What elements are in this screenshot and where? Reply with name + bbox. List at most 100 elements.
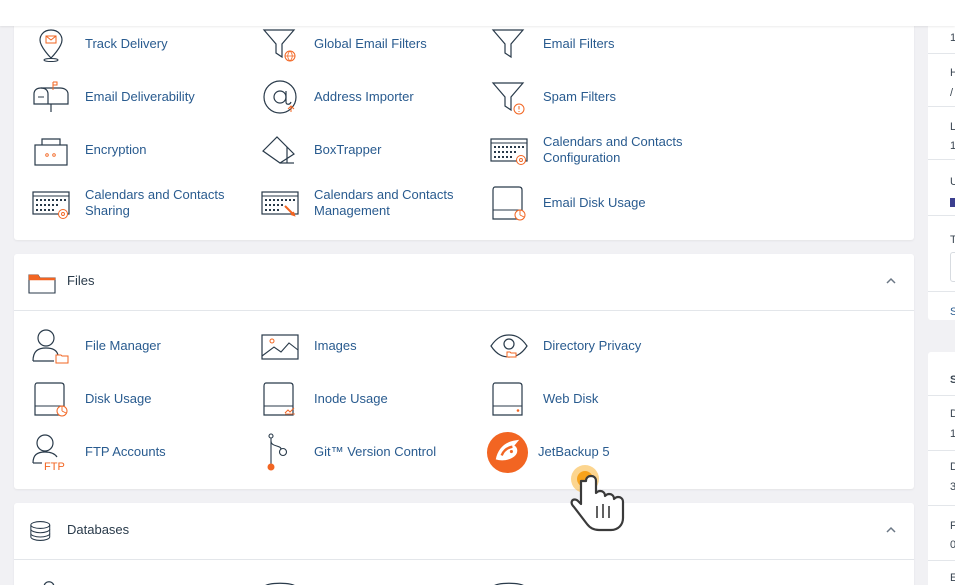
boxtrapper-icon xyxy=(262,136,295,164)
stat-row: T xyxy=(928,216,955,292)
track-delivery-icon xyxy=(39,29,63,62)
database-item-icon xyxy=(494,582,524,585)
stat-value: 3 xyxy=(950,481,955,493)
images-link[interactable]: Images xyxy=(261,324,486,368)
inode-usage-icon xyxy=(263,382,295,416)
stat-label: D xyxy=(950,461,955,473)
databases-section-header[interactable]: Databases xyxy=(14,503,914,560)
disk-usage-link[interactable]: Disk Usage xyxy=(32,377,257,421)
boxtrapper-link[interactable]: BoxTrapper xyxy=(261,128,486,172)
track-delivery-link[interactable]: Track Delivery xyxy=(32,22,257,66)
stat-input[interactable] xyxy=(950,252,955,282)
stat-value: 1 xyxy=(950,32,955,44)
git-icon xyxy=(267,433,288,471)
email-section-panel: Track Delivery Global Email Filters Emai… xyxy=(14,0,914,240)
stat-value: 1 xyxy=(950,140,955,152)
email-deliverability-icon xyxy=(33,81,69,112)
disk-usage-icon xyxy=(34,382,68,417)
right-stats-panel-2: S D 1 D 3 F 0 E xyxy=(928,352,955,585)
ftp-accounts-label: FTP Accounts xyxy=(85,444,166,459)
email-deliverability-link[interactable]: Email Deliverability xyxy=(32,75,257,119)
email-filters-icon xyxy=(491,29,525,59)
stat-row: L 1 xyxy=(928,107,955,160)
stat-label: E xyxy=(950,572,955,584)
stat-value: / xyxy=(950,87,954,99)
ftp-badge: FTP xyxy=(44,461,65,471)
web-disk-label: Web Disk xyxy=(543,391,599,406)
calendar-sharing-icon xyxy=(32,191,70,219)
chevron-up-icon[interactable] xyxy=(884,523,898,537)
stat-value: 0 xyxy=(950,539,955,551)
disk-usage-label: Disk Usage xyxy=(85,391,152,406)
stat-value: 1 xyxy=(950,428,955,440)
spam-filters-link[interactable]: Spam Filters xyxy=(490,75,715,119)
stat-row: F 0 xyxy=(928,506,955,561)
calendar-management-link[interactable]: Calendars and Contacts Management xyxy=(261,181,486,225)
file-manager-label: File Manager xyxy=(85,338,161,353)
spam-filters-icon xyxy=(491,82,525,115)
databases-section-panel: Databases xyxy=(14,503,914,585)
directory-privacy-icon xyxy=(490,334,528,358)
chevron-up-icon[interactable] xyxy=(884,274,898,288)
email-disk-usage-label: Email Disk Usage xyxy=(543,195,646,210)
calendar-sharing-label: Calendars and Contacts Sharing xyxy=(85,187,225,218)
stat-row: H / xyxy=(928,54,955,107)
stat-link[interactable]: S xyxy=(950,306,955,318)
stat-label: F xyxy=(950,520,955,532)
stat-label: L xyxy=(950,121,955,133)
encryption-link[interactable]: Encryption xyxy=(32,128,257,172)
global-email-filters-icon xyxy=(262,29,296,62)
spam-filters-label: Spam Filters xyxy=(543,89,616,104)
stat-row: S xyxy=(928,352,955,396)
git-version-control-label: Git™ Version Control xyxy=(314,444,437,459)
stat-bar xyxy=(950,198,955,207)
calendar-management-icon xyxy=(261,191,299,217)
calendar-config-label: Calendars and Contacts Configuration xyxy=(543,134,683,165)
git-version-control-link[interactable]: Git™ Version Control xyxy=(261,430,486,474)
calendar-config-icon xyxy=(490,138,528,165)
boxtrapper-label: BoxTrapper xyxy=(314,142,382,157)
jetbackup-label: JetBackup 5 xyxy=(538,444,610,459)
stat-row: S xyxy=(928,292,955,320)
address-importer-link[interactable]: Address Importer xyxy=(261,75,486,119)
jetbackup-link[interactable]: JetBackup 5 xyxy=(486,430,711,474)
calendar-config-link[interactable]: Calendars and Contacts Configuration xyxy=(490,128,715,172)
files-section-header[interactable]: Files xyxy=(14,254,914,311)
email-disk-usage-link[interactable]: Email Disk Usage xyxy=(490,181,715,225)
stat-row: U xyxy=(928,160,955,216)
calendar-management-label: Calendars and Contacts Management xyxy=(314,187,454,218)
file-manager-link[interactable]: File Manager xyxy=(32,324,257,368)
email-filters-label: Email Filters xyxy=(543,36,615,51)
address-importer-label: Address Importer xyxy=(314,89,414,104)
directory-privacy-link[interactable]: Directory Privacy xyxy=(490,324,715,368)
stat-label: D xyxy=(950,408,955,420)
inode-usage-label: Inode Usage xyxy=(314,391,388,406)
address-importer-icon xyxy=(263,80,297,114)
jetbackup-icon xyxy=(486,431,529,474)
databases-section-title: Databases xyxy=(67,522,130,537)
folder-icon xyxy=(28,274,56,294)
email-deliverability-label: Email Deliverability xyxy=(85,89,195,104)
calendar-sharing-link[interactable]: Calendars and Contacts Sharing xyxy=(32,181,257,225)
global-email-filters-label: Global Email Filters xyxy=(314,36,427,51)
global-email-filters-link[interactable]: Global Email Filters xyxy=(261,22,486,66)
encryption-icon xyxy=(34,138,68,166)
stat-label: H xyxy=(950,67,955,79)
images-label: Images xyxy=(314,338,357,353)
files-section-panel: Files File Manager Images Directory Priv… xyxy=(14,254,914,489)
file-manager-icon xyxy=(32,329,69,364)
email-disk-usage-icon xyxy=(492,186,526,221)
right-stats-panel-1: 1 H / L 1 U T S xyxy=(928,0,955,320)
encryption-label: Encryption xyxy=(85,142,147,157)
stat-row: D 1 xyxy=(928,396,955,451)
images-icon xyxy=(261,334,299,360)
ftp-accounts-link[interactable]: FTP FTP Accounts xyxy=(32,430,257,474)
inode-usage-link[interactable]: Inode Usage xyxy=(261,377,486,421)
directory-privacy-label: Directory Privacy xyxy=(543,338,642,353)
web-disk-icon xyxy=(492,382,523,416)
stat-label: T xyxy=(950,234,955,246)
stat-label: U xyxy=(950,176,955,188)
web-disk-link[interactable]: Web Disk xyxy=(490,377,715,421)
top-bar xyxy=(0,0,955,26)
email-filters-link[interactable]: Email Filters xyxy=(490,22,715,66)
